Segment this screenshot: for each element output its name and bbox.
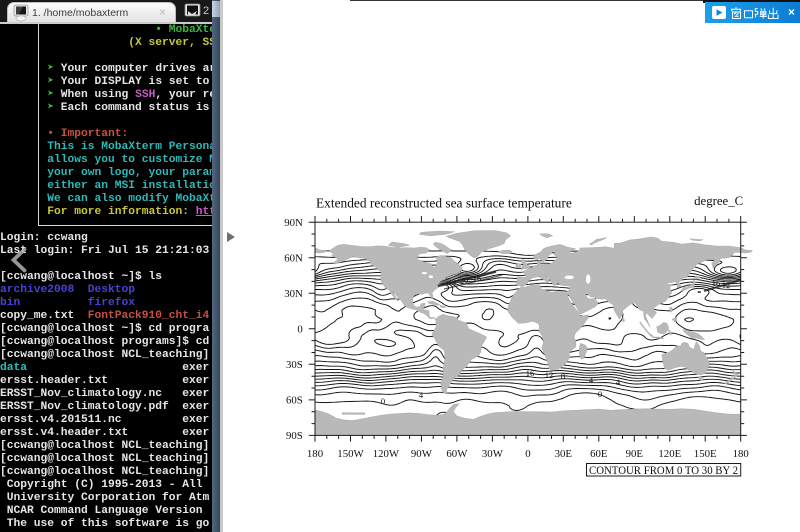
svg-text:60E: 60E — [590, 448, 608, 460]
svg-text:150W: 150W — [337, 448, 364, 460]
svg-text:4: 4 — [589, 375, 594, 385]
svg-text:12: 12 — [448, 277, 457, 287]
svg-text:4: 4 — [419, 390, 424, 400]
svg-text:16: 16 — [712, 278, 721, 288]
svg-text:CONTOUR FROM 0 TO 30 BY 2: CONTOUR FROM 0 TO 30 BY 2 — [589, 465, 738, 477]
svg-text:90S: 90S — [286, 430, 303, 442]
svg-text:0: 0 — [598, 389, 602, 399]
svg-text:90W: 90W — [411, 448, 433, 460]
svg-text:90E: 90E — [626, 448, 644, 460]
svg-text:0: 0 — [381, 396, 385, 406]
svg-text:12: 12 — [722, 280, 731, 290]
svg-text:30E: 30E — [555, 448, 573, 460]
svg-text:120W: 120W — [373, 448, 400, 460]
svg-text:30S: 30S — [286, 359, 303, 371]
svg-text:0: 0 — [525, 448, 530, 460]
svg-text:8: 8 — [561, 371, 565, 381]
svg-text:180: 180 — [733, 448, 749, 460]
svg-text:90N: 90N — [284, 217, 303, 229]
svg-text:30N: 30N — [284, 288, 303, 300]
svg-text:150E: 150E — [694, 448, 717, 460]
svg-text:30W: 30W — [482, 448, 504, 460]
svg-text:16: 16 — [526, 368, 535, 378]
svg-text:180: 180 — [307, 448, 323, 460]
svg-text:60W: 60W — [446, 448, 468, 460]
svg-text:60S: 60S — [286, 395, 303, 407]
svg-text:12: 12 — [545, 370, 554, 380]
svg-text:0: 0 — [297, 323, 302, 335]
svg-text:16: 16 — [473, 273, 482, 283]
svg-text:120E: 120E — [658, 448, 681, 460]
svg-text:60N: 60N — [284, 252, 303, 264]
svg-text:degree_C: degree_C — [694, 194, 743, 208]
svg-text:20: 20 — [460, 275, 469, 285]
svg-text:Extended reconstructed sea sur: Extended reconstructed sea surface tempe… — [316, 196, 572, 211]
svg-text:4: 4 — [616, 377, 621, 387]
